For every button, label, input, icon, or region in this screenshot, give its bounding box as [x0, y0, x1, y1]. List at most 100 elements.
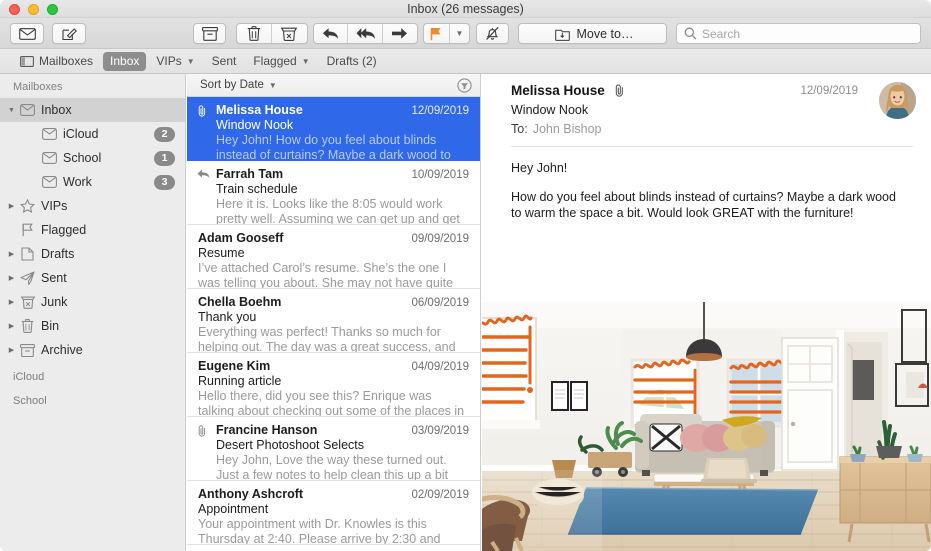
chevron-down-icon: ▼ — [268, 80, 277, 90]
compose-button[interactable] — [52, 23, 86, 44]
unread-badge: 3 — [154, 174, 175, 190]
disclosure-triangle-icon[interactable]: ▼ — [5, 107, 18, 114]
message-sender: Anthony Ashcroft — [198, 487, 304, 501]
sidebar-item-label: School — [63, 151, 102, 165]
sidebar-item-inbox[interactable]: ▼ Inbox — [0, 98, 185, 122]
delete-junk-group — [236, 23, 308, 44]
body-paragraph: Hey John! — [511, 161, 568, 175]
sidebar-accounts: iCloud School — [0, 362, 185, 410]
disclosure-triangle-icon[interactable]: ▶ — [5, 202, 18, 210]
attachment-icon[interactable] — [614, 84, 625, 97]
message-body: Hey John! How do you feel about blinds in… — [482, 147, 931, 221]
message-list: Sort by Date ▼ Melissa House 12/09/2019 Wi… — [187, 74, 481, 551]
sidebar-item-sent[interactable]: ▶ Sent — [0, 266, 185, 290]
message-preview: Everything was perfect! Thanks so much f… — [198, 325, 456, 353]
message-preview: Hey John! How do you feel about blinds i… — [216, 133, 451, 161]
attachment-icon — [197, 425, 207, 437]
delete-button[interactable] — [237, 24, 272, 43]
favorite-vips[interactable]: VIPs ▼ — [149, 52, 201, 71]
main-content: Mailboxes ▼ Inbox iCloud 2 School 1 Work 3 ▶ VIPs… — [0, 74, 931, 551]
archive-button[interactable] — [193, 23, 226, 44]
search-placeholder: Search — [702, 26, 741, 41]
sender-name: Melissa House — [511, 83, 605, 98]
favorite-label: VIPs — [156, 53, 182, 68]
forward-arrow-icon — [391, 27, 408, 40]
message-list-item[interactable]: Farrah Tam 10/09/2019 Train schedule Here i… — [187, 161, 480, 225]
sidebar-item-label: Inbox — [41, 103, 72, 117]
sidebar-list: ▼ Inbox iCloud 2 School 1 Work 3 ▶ VIPs Flagged ▶ Dr… — [0, 98, 185, 362]
message-sender: Francine Hanson — [216, 423, 318, 437]
inbox-icon — [18, 104, 37, 116]
favorite-flagged[interactable]: Flagged ▼ — [246, 52, 316, 71]
favorite-label: Flagged — [253, 53, 297, 68]
sidebar-item-label: Junk — [41, 295, 68, 309]
sidebar-item-bin[interactable]: ▶ Bin — [0, 314, 185, 338]
sidebar-item-drafts[interactable]: ▶ Drafts — [0, 242, 185, 266]
message-list-item[interactable]: Francine Hanson 03/09/2019 Desert Photosho… — [187, 417, 480, 481]
message-subject: Train schedule — [216, 182, 298, 196]
message-list-item[interactable]: Anthony Ashcroft 02/09/2019 Appointment You… — [187, 481, 480, 545]
sidebar-item-work[interactable]: Work 3 — [0, 170, 185, 194]
compose-icon — [61, 26, 77, 41]
attachment-image[interactable] — [482, 302, 931, 551]
search-input[interactable]: Search — [676, 23, 921, 44]
favorite-sent[interactable]: Sent — [205, 52, 244, 71]
message-preview: Hey John, Love the way these turned out.… — [216, 453, 449, 481]
get-mail-button[interactable] — [10, 23, 44, 44]
disclosure-triangle-icon[interactable]: ▶ — [5, 298, 18, 306]
message-subject: Running article — [198, 374, 282, 388]
message-sender: Eugene Kim — [198, 359, 271, 373]
flag-button[interactable] — [424, 24, 450, 43]
sidebar-item-flagged[interactable]: Flagged — [0, 218, 185, 242]
sidebar-item-label: Bin — [41, 319, 60, 333]
attachment-icon — [197, 105, 207, 117]
sidebar-item-label: Work — [63, 175, 92, 189]
forward-button[interactable] — [383, 24, 417, 43]
sidebar-item-vips[interactable]: ▶ VIPs — [0, 194, 185, 218]
sidebar-item-label: VIPs — [41, 199, 68, 213]
junk-icon — [18, 296, 37, 309]
junk-button[interactable] — [272, 24, 307, 43]
sidebar-item-archive[interactable]: ▶ Archive — [0, 338, 185, 362]
recipient-row: To: John Bishop — [511, 122, 913, 136]
sidebar-account-school[interactable]: School — [0, 386, 185, 410]
trash-icon — [18, 319, 37, 333]
flag-dropdown-button[interactable]: ▼ — [450, 24, 469, 43]
favorite-drafts[interactable]: Drafts (2) — [320, 52, 384, 71]
disclosure-triangle-icon[interactable]: ▶ — [5, 322, 18, 330]
sidebar-item-icloud[interactable]: iCloud 2 — [0, 122, 185, 146]
message-sender: Adam Gooseff — [198, 231, 284, 245]
mail-window: Inbox (26 messages) ▼ Move to… Search Ma… — [0, 0, 931, 551]
reply-arrow-icon — [322, 27, 339, 40]
filter-icon[interactable] — [457, 77, 472, 93]
message-subject: Window Nook — [511, 103, 589, 117]
favorite-mailboxes[interactable]: Mailboxes — [13, 52, 100, 71]
archive-box-icon — [201, 26, 218, 41]
replied-icon — [197, 169, 210, 179]
message-preview: Your appointment with Dr. Knowles is thi… — [198, 517, 441, 545]
move-to-button[interactable]: Move to… — [518, 23, 667, 44]
message-list-item[interactable]: Adam Gooseff 09/09/2019 Resume I’ve attache… — [187, 225, 480, 289]
message-list-item[interactable]: Chella Boehm 06/09/2019 Thank you Everythin… — [187, 289, 480, 353]
sort-by-button[interactable]: Sort by Date ▼ — [200, 79, 277, 91]
reply-all-arrow-icon — [356, 27, 375, 40]
message-date: 06/09/2019 — [411, 297, 469, 309]
message-date: 04/09/2019 — [411, 361, 469, 373]
message-sender: Melissa House — [216, 103, 303, 117]
disclosure-triangle-icon[interactable]: ▶ — [5, 274, 18, 282]
message-list-item[interactable]: Melissa House 12/09/2019 Window Nook Hey Jo… — [187, 97, 480, 161]
to-value[interactable]: John Bishop — [533, 122, 602, 136]
message-subject: Desert Photoshoot Selects — [216, 438, 364, 452]
message-preview: I’ve attached Carol’s resume. She’s the … — [198, 261, 454, 289]
disclosure-triangle-icon[interactable]: ▶ — [5, 346, 18, 354]
message-list-item[interactable]: Eugene Kim 04/09/2019 Running article Hello… — [187, 353, 480, 417]
reply-button[interactable] — [314, 24, 349, 43]
mute-button[interactable] — [476, 23, 509, 44]
sidebar-account-icloud[interactable]: iCloud — [0, 362, 185, 386]
reply-all-button[interactable] — [348, 24, 383, 43]
sidebar-item-school[interactable]: School 1 — [0, 146, 185, 170]
sidebar-item-junk[interactable]: ▶ Junk — [0, 290, 185, 314]
favorite-inbox[interactable]: Inbox — [103, 51, 147, 71]
star-icon — [18, 199, 37, 213]
disclosure-triangle-icon[interactable]: ▶ — [5, 250, 18, 258]
